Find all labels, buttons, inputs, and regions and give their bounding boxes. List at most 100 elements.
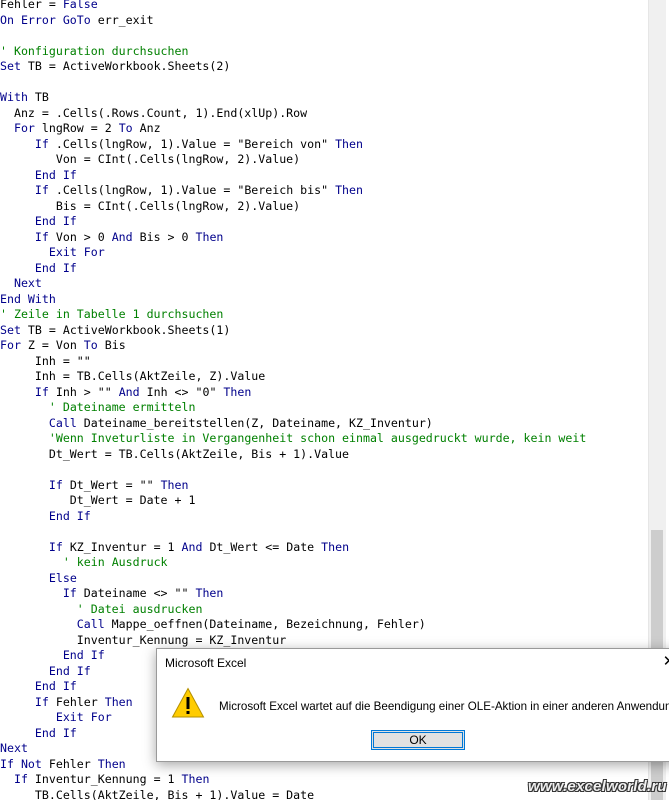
code-text: .Cells(lngRow, 1).Value = "Bereich bis" — [48, 183, 336, 197]
dialog-body: Microsoft Excel wartet auf die Beendigun… — [157, 679, 669, 761]
code-keyword: On Error GoTo — [0, 12, 91, 27]
code-line[interactable]: On Error GoTo err_exit — [0, 13, 154, 29]
code-keyword: If — [34, 136, 49, 151]
code-line[interactable]: Call Dateiname_bereitstellen(Z, Dateinam… — [0, 416, 433, 432]
code-line[interactable]: End If — [0, 664, 91, 680]
code-line[interactable]: If Dateiname <> "" Then — [0, 586, 224, 602]
code-line[interactable]: TB.Cells(AktZeile, Bis + 1).Value = Date — [0, 788, 314, 800]
code-line[interactable]: ' Konfiguration durchsuchen — [0, 44, 188, 60]
code-line[interactable]: If Dt_Wert = "" Then — [0, 478, 189, 494]
code-comment: ' Zeile in Tabelle 1 durchsuchen — [0, 307, 224, 321]
code-line[interactable]: Dt_Wert = Date + 1 — [0, 493, 196, 509]
code-comment: ' Konfiguration durchsuchen — [0, 43, 189, 58]
code-keyword: If — [62, 586, 77, 600]
code-line[interactable]: 'Wenn Inveturliste in Vergangenheit scho… — [0, 431, 586, 447]
code-line[interactable]: Else — [0, 571, 77, 587]
code-text: Inventur_Kennung = KZ_Inventur — [0, 632, 287, 647]
code-keyword: With — [0, 90, 28, 104]
code-line[interactable]: End If — [0, 214, 77, 230]
code-text: Dt_Wert = Date + 1 — [0, 493, 196, 507]
code-text: Fehler = — [0, 0, 63, 11]
code-line[interactable]: If Von > 0 And Bis > 0 Then — [0, 229, 224, 246]
code-line[interactable]: End If — [0, 261, 77, 277]
code-text: Von = CInt(.Cells(lngRow, 2).Value) — [0, 152, 301, 166]
code-keyword: Then — [335, 136, 363, 151]
code-line[interactable]: Inh = "" — [0, 354, 91, 370]
code-keyword: End If — [34, 260, 77, 275]
code-line[interactable]: End If — [0, 648, 105, 664]
code-line[interactable]: Next — [0, 276, 42, 292]
code-line[interactable]: If .Cells(lngRow, 1).Value = "Bereich bi… — [0, 183, 363, 199]
code-line[interactable]: Dt_Wert = TB.Cells(AktZeile, Bis + 1).Va… — [0, 447, 349, 463]
code-keyword: For — [13, 121, 35, 135]
code-text: err_exit — [90, 12, 154, 27]
code-line[interactable]: For Z = Von To Bis — [0, 338, 126, 354]
code-text: Inh = TB.Cells(AktZeile, Z).Value — [0, 369, 266, 383]
code-line[interactable]: Inh = TB.Cells(AktZeile, Z).Value — [0, 369, 265, 385]
code-line[interactable]: With TB — [0, 90, 49, 106]
code-text: lngRow = 2 — [34, 121, 119, 135]
code-line[interactable]: If .Cells(lngRow, 1).Value = "Bereich vo… — [0, 137, 363, 153]
code-line[interactable]: Call Mappe_oeffnen(Dateiname, Bezeichnun… — [0, 617, 426, 633]
code-text: KZ_Inventur = 1 — [62, 539, 182, 554]
code-line[interactable]: Inventur_Kennung = KZ_Inventur — [0, 633, 286, 649]
code-keyword: If — [34, 384, 49, 399]
code-text: Mappe_oeffnen(Dateiname, Bezeichnung, Fe… — [104, 617, 426, 631]
code-line[interactable]: Fehler = False — [0, 0, 98, 13]
code-line[interactable]: Von = CInt(.Cells(lngRow, 2).Value) — [0, 152, 300, 168]
close-icon[interactable]: ✕ — [657, 652, 669, 672]
message-dialog: Microsoft Excel ✕ Microsoft Excel wartet… — [156, 648, 669, 762]
code-line[interactable]: End If — [0, 509, 91, 525]
code-keyword: End If — [48, 508, 91, 523]
code-keyword: End With — [0, 291, 56, 306]
code-keyword: If — [34, 229, 49, 244]
code-line[interactable]: For lngRow = 2 To Anz — [0, 121, 161, 137]
code-keyword: End If — [34, 725, 77, 740]
code-line[interactable]: End If — [0, 168, 77, 184]
code-line[interactable]: If Inventur_Kennung = 1 Then — [0, 772, 209, 788]
warning-icon — [171, 687, 205, 718]
code-line[interactable]: If Not Fehler Then — [0, 757, 126, 773]
code-text: Bis > 0 — [132, 229, 196, 244]
code-keyword: Then — [223, 384, 252, 399]
code-text: Anz — [132, 121, 161, 135]
code-line[interactable]: Set TB = ActiveWorkbook.Sheets(2) — [0, 59, 230, 75]
code-line[interactable]: If Inh > "" And Inh <> "0" Then — [0, 385, 251, 401]
code-text: Fehler — [48, 694, 105, 709]
code-line[interactable]: ' Datei ausdrucken — [0, 602, 203, 618]
code-line[interactable]: ' Zeile in Tabelle 1 durchsuchen — [0, 307, 223, 323]
code-line[interactable]: Set TB = ActiveWorkbook.Sheets(1) — [0, 323, 230, 339]
code-line[interactable]: Exit For — [0, 245, 105, 261]
code-line[interactable]: End If — [0, 726, 77, 742]
ok-button[interactable]: OK — [371, 730, 465, 750]
code-keyword: If — [34, 694, 49, 709]
code-keyword: False — [62, 0, 98, 11]
code-keyword: Call — [48, 415, 77, 430]
code-line[interactable]: End If — [0, 679, 77, 695]
code-line[interactable]: Anz = .Cells(.Rows.Count, 1).End(xlUp).R… — [0, 106, 307, 122]
code-line[interactable]: Exit For — [0, 710, 112, 726]
code-keyword: End If — [34, 167, 77, 182]
code-keyword: Then — [104, 694, 133, 709]
code-keyword: Then — [97, 756, 126, 771]
code-line[interactable]: ' kein Ausdruck — [0, 555, 168, 571]
code-line[interactable]: If Fehler Then — [0, 695, 133, 711]
code-text: Anz = .Cells(.Rows.Count, 1).End(xlUp).R… — [0, 105, 308, 120]
code-line[interactable]: If KZ_Inventur = 1 And Dt_Wert <= Date T… — [0, 540, 349, 556]
code-line[interactable]: Bis = CInt(.Cells(lngRow, 2).Value) — [0, 199, 300, 215]
code-line[interactable]: Next — [0, 741, 28, 757]
code-line[interactable]: End With — [0, 292, 56, 308]
code-text: Z = Von — [20, 338, 84, 352]
code-line[interactable]: ' Dateiname ermitteln — [0, 400, 196, 416]
